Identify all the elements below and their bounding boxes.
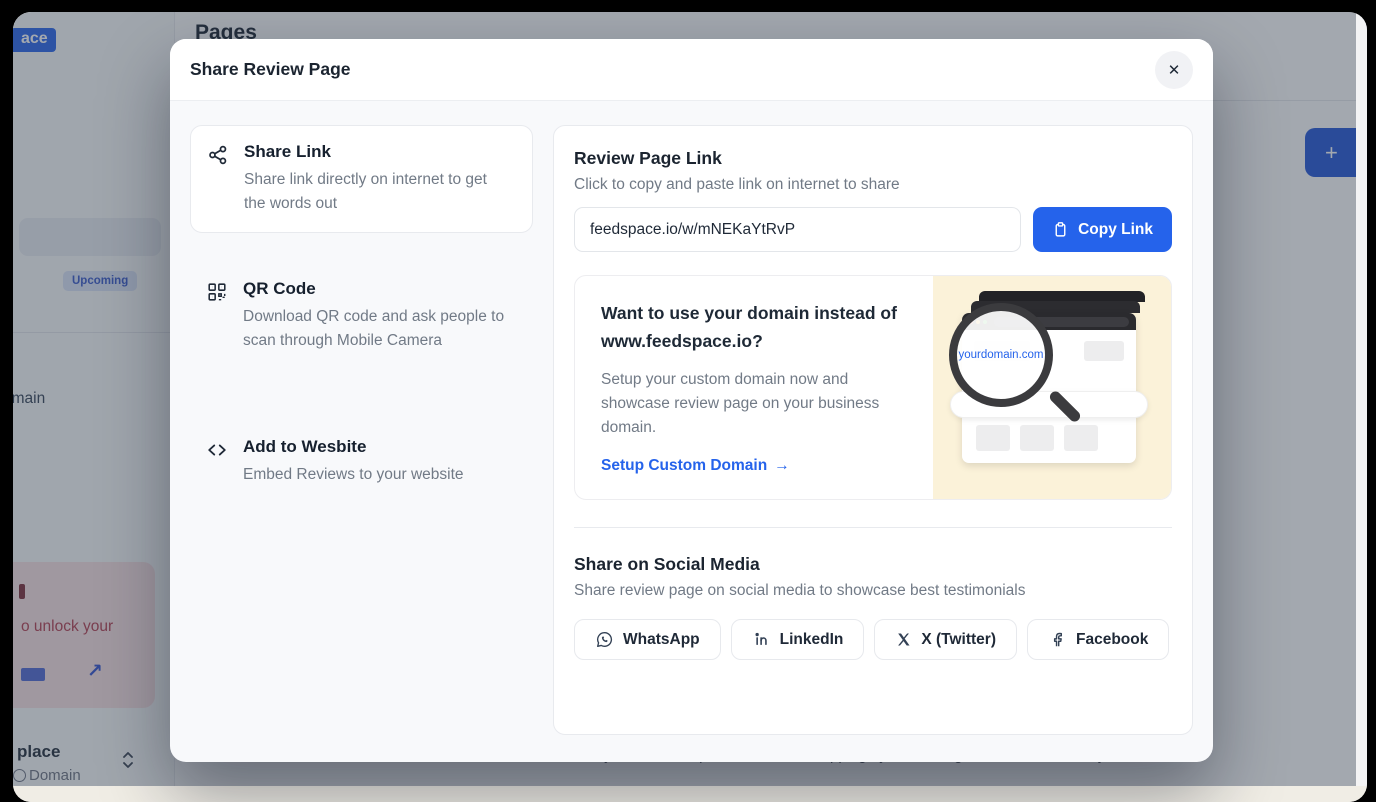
- link-row: Copy Link: [574, 207, 1172, 252]
- nav-item-description: Download QR code and ask people to scan …: [243, 305, 505, 353]
- social-media-section: Share on Social Media Share review page …: [574, 554, 1172, 660]
- qr-code-icon: [206, 279, 230, 353]
- modal-body: Share Link Share link directly on intern…: [170, 101, 1213, 762]
- whatsapp-icon: [595, 630, 614, 649]
- custom-domain-title: Want to use your domain instead of www.f…: [601, 299, 907, 355]
- copy-link-button[interactable]: Copy Link: [1033, 207, 1172, 252]
- magnifier-icon: yourdomain.com: [949, 303, 1053, 407]
- section-divider: [574, 527, 1172, 528]
- yourdomain-label: yourdomain.com: [958, 349, 1043, 361]
- custom-domain-body: Setup your custom domain now and showcas…: [601, 368, 907, 440]
- nav-item-add-to-website[interactable]: Add to Wesbite Embed Reviews to your web…: [190, 421, 533, 503]
- nav-item-title: QR Code: [243, 279, 505, 299]
- content-block: [1084, 341, 1124, 361]
- nav-item-description: Share link directly on internet to get t…: [244, 168, 506, 216]
- facebook-label: Facebook: [1076, 631, 1148, 649]
- share-review-modal: Share Review Page ✕ Share Link: [170, 39, 1213, 762]
- page-root: ace Upcoming omain o unlock your ↗ place…: [0, 0, 1376, 802]
- x-twitter-button[interactable]: X (Twitter): [874, 619, 1017, 660]
- review-page-link-title: Review Page Link: [574, 148, 1172, 169]
- social-section-subtitle: Share review page on social media to sho…: [574, 582, 1172, 600]
- review-page-link-subtitle: Click to copy and paste link on internet…: [574, 176, 1172, 194]
- share-options-nav: Share Link Share link directly on intern…: [190, 125, 533, 735]
- x-twitter-icon: [895, 631, 912, 648]
- content-block: [1020, 425, 1054, 451]
- close-button[interactable]: ✕: [1155, 51, 1193, 89]
- content-block: [1064, 425, 1098, 451]
- nav-item-description: Embed Reviews to your website: [243, 463, 464, 487]
- custom-domain-card: Want to use your domain instead of www.f…: [574, 275, 1172, 500]
- page-scrollbar[interactable]: [1356, 12, 1367, 786]
- social-section-title: Share on Social Media: [574, 554, 1172, 575]
- close-icon: ✕: [1168, 61, 1181, 79]
- nav-item-qr-code[interactable]: QR Code Download QR code and ask people …: [190, 263, 533, 369]
- linkedin-label: LinkedIn: [780, 631, 844, 649]
- arrow-right-icon: →: [774, 457, 790, 475]
- modal-title: Share Review Page: [190, 59, 351, 80]
- setup-custom-domain-link[interactable]: Setup Custom Domain →: [601, 457, 790, 475]
- modal-header: Share Review Page ✕: [170, 39, 1213, 101]
- social-buttons-row: WhatsApp LinkedIn: [574, 619, 1172, 660]
- whatsapp-label: WhatsApp: [623, 631, 700, 649]
- window-bottom-strip: [13, 786, 1367, 802]
- share-nodes-icon: [207, 142, 231, 216]
- nav-item-title: Share Link: [244, 142, 506, 162]
- setup-custom-domain-label: Setup Custom Domain: [601, 457, 767, 475]
- clipboard-icon: [1052, 221, 1069, 238]
- content-block: [976, 425, 1010, 451]
- linkedin-icon: [752, 630, 771, 649]
- custom-domain-illustration: yourdomain.com: [933, 276, 1171, 499]
- copy-link-label: Copy Link: [1078, 221, 1153, 239]
- nav-item-title: Add to Wesbite: [243, 437, 464, 457]
- facebook-icon: [1048, 630, 1067, 649]
- x-twitter-label: X (Twitter): [921, 631, 996, 649]
- whatsapp-button[interactable]: WhatsApp: [574, 619, 721, 660]
- custom-domain-text: Want to use your domain instead of www.f…: [575, 276, 933, 499]
- linkedin-button[interactable]: LinkedIn: [731, 619, 865, 660]
- share-link-panel: Review Page Link Click to copy and paste…: [553, 125, 1193, 735]
- review-link-input[interactable]: [574, 207, 1021, 252]
- nav-item-share-link[interactable]: Share Link Share link directly on intern…: [190, 125, 533, 233]
- facebook-button[interactable]: Facebook: [1027, 619, 1169, 660]
- code-brackets-icon: [206, 437, 230, 487]
